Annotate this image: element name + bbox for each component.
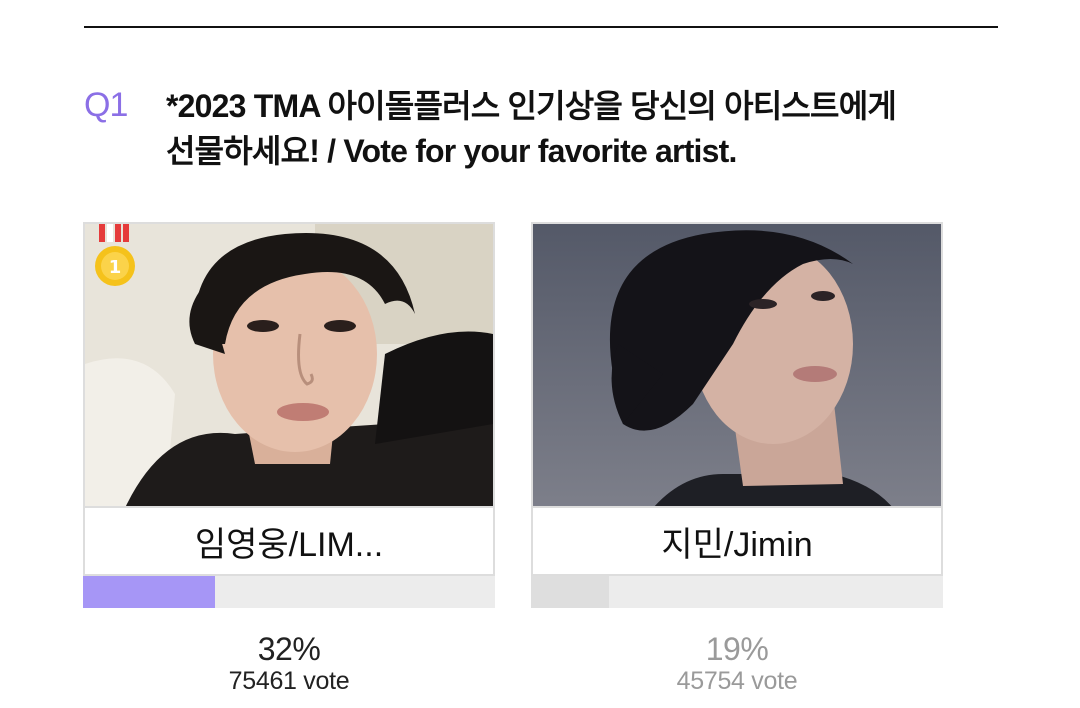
- first-place-medal-icon: 1: [95, 224, 135, 286]
- result-2: 19% 45754 vote: [531, 632, 943, 696]
- medal-rank-label: 1: [109, 257, 122, 278]
- vote-count-2: 45754 vote: [676, 667, 798, 695]
- candidate-photo-2[interactable]: [531, 222, 943, 506]
- artist-photo-image-1: [85, 224, 493, 506]
- candidate-card-2[interactable]: 지민/Jimin 19% 45754 vote: [531, 222, 943, 696]
- artist-photo-image-2: [533, 224, 941, 506]
- candidate-card-1[interactable]: 1 임영웅/LIM... 32% 75461 vote: [83, 222, 495, 696]
- vote-bar-1: [83, 576, 495, 608]
- vote-percent-1: 32%: [257, 631, 321, 667]
- vote-page: Q1 *2023 TMA 아이돌플러스 인기상을 당신의 아티스트에게 선물하세…: [0, 0, 1080, 708]
- question-text-line2: 선물하세요! / Vote for your favorite artist.: [166, 133, 737, 169]
- vote-bar-2: [531, 576, 943, 608]
- vote-bar-fill-2: [531, 576, 610, 608]
- top-divider: [84, 26, 998, 28]
- vote-bar-fill-1: [83, 576, 215, 608]
- vote-count-1: 75461 vote: [228, 667, 350, 695]
- result-1: 32% 75461 vote: [83, 632, 495, 696]
- candidate-name-2[interactable]: 지민/Jimin: [531, 506, 943, 576]
- question-text-line1: *2023 TMA 아이돌플러스 인기상을 당신의 아티스트에게: [166, 88, 897, 124]
- vote-percent-2: 19%: [705, 631, 769, 667]
- candidate-name-1[interactable]: 임영웅/LIM...: [83, 506, 495, 576]
- question-text: *2023 TMA 아이돌플러스 인기상을 당신의 아티스트에게 선물하세요! …: [166, 84, 1026, 174]
- candidate-photo-1[interactable]: 1: [83, 222, 495, 506]
- question-number: Q1: [84, 86, 128, 124]
